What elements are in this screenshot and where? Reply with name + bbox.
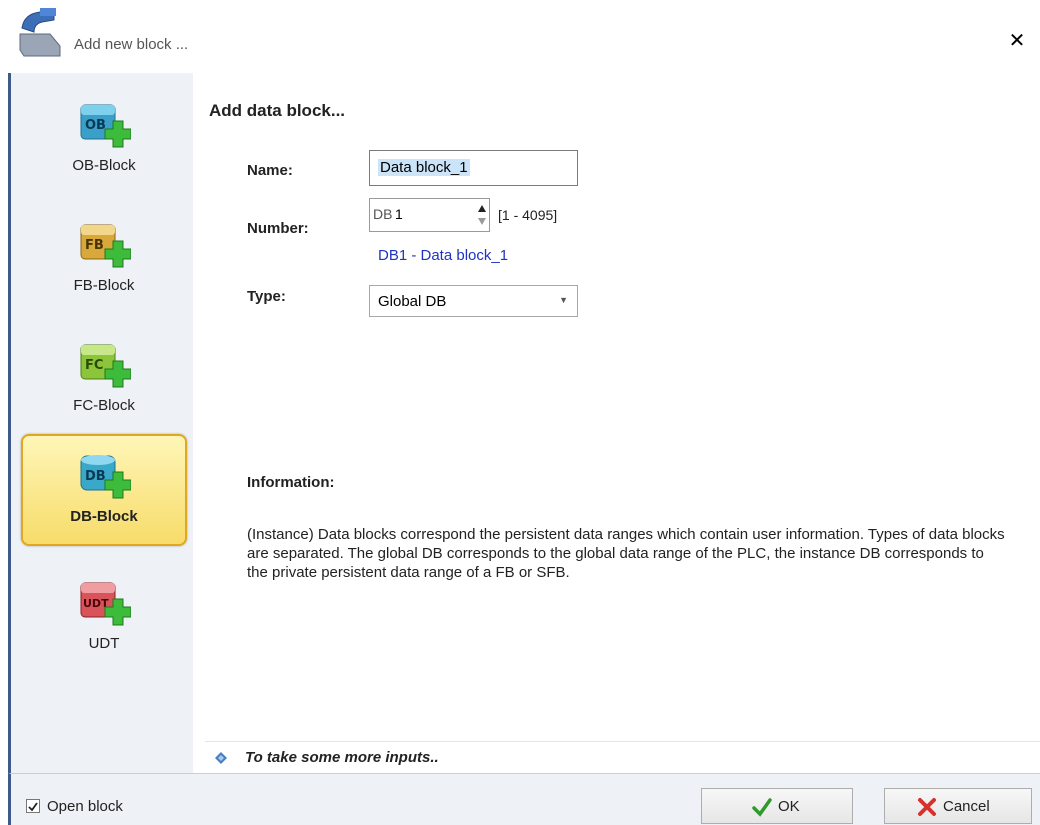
sidebar-item-fb-block[interactable]: FB FB-Block: [21, 205, 187, 317]
information-heading: Information:: [247, 474, 335, 491]
ok-label: OK: [778, 798, 800, 815]
block-name-link: DB1 - Data block_1: [378, 247, 509, 264]
window-title: Add new block ...: [74, 36, 189, 53]
name-value[interactable]: Data block_1: [378, 159, 470, 176]
number-stepper[interactable]: DB 1: [369, 198, 490, 232]
svg-text:FC: FC: [85, 358, 103, 373]
dialog-body: OB OB-Block FB FB-Block FC FC-Block DB D…: [8, 73, 1040, 825]
form-panel: Add data block... Name: Data block_1 Num…: [193, 73, 1040, 773]
number-prefix: DB: [373, 206, 393, 222]
app-icon: [19, 8, 61, 57]
chevron-down-icon[interactable]: ▼: [559, 295, 568, 305]
cancel-button[interactable]: Cancel: [884, 788, 1032, 824]
sidebar-item-label: UDT: [88, 635, 120, 652]
number-range: [1 - 4095]: [498, 207, 558, 223]
checkmark-icon: [752, 798, 772, 817]
svg-text:DB: DB: [85, 469, 106, 484]
number-label: Number:: [247, 220, 309, 237]
sidebar-item-ob-block[interactable]: OB OB-Block: [21, 85, 187, 197]
number-value[interactable]: 1: [395, 206, 403, 222]
cancel-label: Cancel: [943, 798, 990, 815]
checkmark-icon: [28, 802, 38, 812]
name-input[interactable]: Data block_1: [369, 150, 578, 186]
svg-text:OB: OB: [85, 118, 106, 133]
information-text: (Instance) Data blocks correspond the pe…: [247, 526, 1005, 581]
title-bar: Add new block ... ✕: [0, 0, 1040, 73]
button-bar: Open block OK Cancel: [8, 773, 1040, 825]
ob-block-icon: OB: [80, 104, 131, 148]
type-label: Type:: [247, 288, 286, 305]
sidebar-item-label: FC-Block: [73, 397, 135, 414]
svg-text:FB: FB: [85, 238, 104, 253]
open-block-label[interactable]: Open block: [47, 798, 123, 815]
sidebar-item-label: DB-Block: [70, 508, 138, 525]
more-inputs-label[interactable]: To take some more inputs..: [245, 749, 439, 766]
udt-icon: UDT: [80, 582, 131, 626]
fb-block-icon: FB: [80, 224, 131, 268]
name-label: Name:: [247, 162, 293, 179]
page-title: Add data block...: [209, 101, 346, 120]
sidebar-item-db-block[interactable]: DB DB-Block: [21, 434, 187, 546]
sidebar-item-udt[interactable]: UDT UDT: [21, 563, 187, 675]
sidebar-item-fc-block[interactable]: FC FC-Block: [21, 325, 187, 437]
db-block-icon: DB: [80, 455, 131, 499]
ok-button[interactable]: OK: [701, 788, 853, 824]
fc-block-icon: FC: [80, 344, 131, 388]
spin-arrows-icon[interactable]: [477, 201, 487, 229]
close-icon[interactable]: ✕: [1009, 30, 1026, 52]
sidebar-item-label: FB-Block: [73, 277, 135, 294]
more-inputs-expander[interactable]: To take some more inputs..: [205, 741, 1040, 774]
type-dropdown[interactable]: Global DB ▼: [369, 285, 578, 317]
sidebar-item-label: OB-Block: [72, 157, 136, 174]
close-button[interactable]: ✕: [1004, 28, 1030, 54]
type-value: Global DB: [378, 293, 447, 310]
open-block-checkbox[interactable]: [26, 799, 40, 813]
expand-arrow-icon: [215, 752, 227, 764]
block-type-sidebar: OB OB-Block FB FB-Block FC FC-Block DB D…: [8, 73, 196, 773]
cancel-x-icon: [918, 798, 936, 816]
